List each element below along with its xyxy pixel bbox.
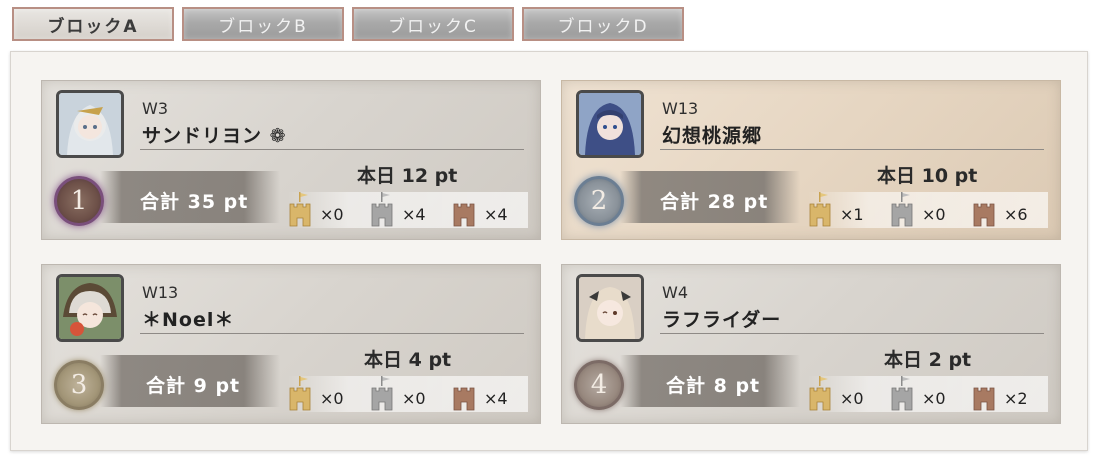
castle-count: ×1 — [840, 205, 864, 224]
castle-count: ×4 — [484, 205, 508, 224]
divider — [660, 149, 1044, 150]
silver-castle-icon — [891, 192, 913, 227]
castle-count: ×0 — [402, 389, 426, 408]
player-world: W4 — [662, 283, 688, 302]
gold-castle-icon — [289, 376, 311, 411]
total-points: 合計 8 pt — [666, 375, 761, 397]
castle-count: ×6 — [1004, 205, 1028, 224]
player-name: 幻想桃源郷 — [662, 125, 763, 147]
rank-number: 2 — [590, 186, 608, 216]
castle-stats: ×0 ×0 ×2 — [808, 376, 1048, 412]
castle-count: ×4 — [402, 205, 426, 224]
castle-count: ×4 — [484, 389, 508, 408]
ranking-panel: W3 サンドリヨン ❁ 本日 12 pt 合計 35 pt 1 ×0 ×4 ×4 — [10, 51, 1088, 451]
castle-count: ×0 — [840, 389, 864, 408]
rank-medal: 4 — [574, 360, 624, 410]
tab-block-c[interactable]: ブロックC — [352, 7, 514, 41]
rank-medal: 1 — [54, 176, 104, 226]
today-points: 本日 2 pt — [884, 349, 972, 371]
player-avatar — [576, 274, 644, 342]
rank-number: 4 — [590, 370, 608, 400]
rank-medal: 3 — [54, 360, 104, 410]
total-points: 合計 9 pt — [146, 375, 241, 397]
player-card-4[interactable]: W4 ラフライダー 本日 2 pt 合計 8 pt 4 ×0 ×0 ×2 — [561, 264, 1061, 424]
bronze-castle-icon — [453, 203, 475, 227]
castle-count: ×0 — [922, 389, 946, 408]
castle-stats: ×1 ×0 ×6 — [808, 192, 1048, 228]
castle-stats: ×0 ×0 ×4 — [288, 376, 528, 412]
silver-castle-icon — [371, 376, 393, 411]
avatar-icon — [59, 93, 121, 155]
avatar-icon — [579, 93, 641, 155]
avatar-icon — [579, 277, 641, 339]
player-name: ＊Noel＊ — [142, 309, 235, 331]
player-card-1[interactable]: W3 サンドリヨン ❁ 本日 12 pt 合計 35 pt 1 ×0 ×4 ×4 — [41, 80, 541, 240]
bronze-castle-icon — [973, 203, 995, 227]
avatar-icon — [59, 277, 121, 339]
bronze-castle-icon — [973, 387, 995, 411]
bronze-castle-icon — [453, 387, 475, 411]
silver-castle-icon — [891, 376, 913, 411]
gold-castle-icon — [809, 192, 831, 227]
rank-number: 3 — [70, 370, 88, 400]
today-points: 本日 4 pt — [364, 349, 452, 371]
player-world: W3 — [142, 99, 168, 118]
player-name: ラフライダー — [662, 309, 782, 331]
gold-castle-icon — [809, 376, 831, 411]
divider — [140, 333, 524, 334]
player-name: サンドリヨン ❁ — [142, 125, 287, 147]
today-points: 本日 10 pt — [877, 165, 978, 187]
player-avatar — [576, 90, 644, 158]
rank-medal: 2 — [574, 176, 624, 226]
tab-block-d[interactable]: ブロックD — [522, 7, 684, 41]
player-avatar — [56, 90, 124, 158]
player-world: W13 — [662, 99, 699, 118]
castle-stats: ×0 ×4 ×4 — [288, 192, 528, 228]
total-points: 合計 35 pt — [140, 191, 249, 213]
today-points: 本日 12 pt — [357, 165, 458, 187]
castle-count: ×2 — [1004, 389, 1028, 408]
divider — [140, 149, 524, 150]
player-card-2[interactable]: W13 幻想桃源郷 本日 10 pt 合計 28 pt 2 ×1 ×0 ×6 — [561, 80, 1061, 240]
total-points: 合計 28 pt — [660, 191, 769, 213]
player-avatar — [56, 274, 124, 342]
player-world: W13 — [142, 283, 179, 302]
tab-block-b[interactable]: ブロックB — [182, 7, 344, 41]
castle-count: ×0 — [320, 389, 344, 408]
gold-castle-icon — [289, 192, 311, 227]
tab-block-a[interactable]: ブロックA — [12, 7, 174, 41]
player-card-3[interactable]: W13 ＊Noel＊ 本日 4 pt 合計 9 pt 3 ×0 ×0 ×4 — [41, 264, 541, 424]
rank-number: 1 — [70, 186, 88, 216]
divider — [660, 333, 1044, 334]
castle-count: ×0 — [922, 205, 946, 224]
castle-count: ×0 — [320, 205, 344, 224]
silver-castle-icon — [371, 192, 393, 227]
